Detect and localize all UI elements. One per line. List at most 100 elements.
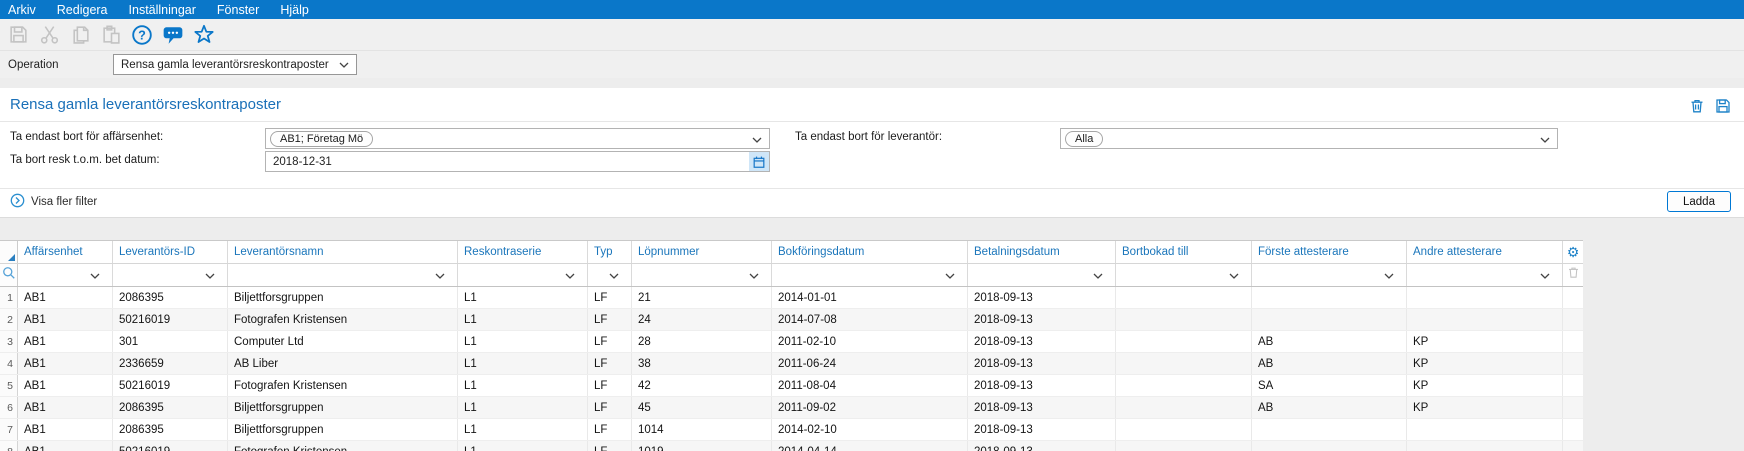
load-button[interactable]: Ladda <box>1667 191 1731 212</box>
table-cell <box>1252 287 1407 308</box>
corner-triangle-icon <box>8 254 15 261</box>
column-header-9[interactable]: Bortbokad till <box>1116 241 1252 263</box>
column-header-8[interactable]: Betalningsdatum <box>968 241 1116 263</box>
table-cell: 2018-09-13 <box>968 309 1116 330</box>
table-cell: AB1 <box>18 375 113 396</box>
filter-combo-3[interactable] <box>228 264 458 286</box>
table-cell: 2014-04-14 <box>772 441 968 451</box>
row-number: 1 <box>0 287 18 308</box>
table-cell: AB1 <box>18 353 113 374</box>
table-cell: AB1 <box>18 309 113 330</box>
feedback-icon[interactable] <box>161 23 185 47</box>
filter-combo-5[interactable] <box>588 264 632 286</box>
chevron-down-icon[interactable] <box>1540 130 1550 148</box>
search-cell[interactable] <box>0 264 18 286</box>
row-number: 5 <box>0 375 18 396</box>
table-cell: 2011-09-02 <box>772 397 968 418</box>
table-cell: 2011-06-24 <box>772 353 968 374</box>
table-row[interactable]: 5 AB1 50216019 Fotografen Kristensen L1 LF 42 2… <box>0 375 1583 397</box>
menu-item-hjalp[interactable]: Hjälp <box>280 3 309 17</box>
filter-combo-6[interactable] <box>632 264 772 286</box>
chevron-down-icon <box>339 59 349 71</box>
table-cell: L1 <box>458 419 588 440</box>
column-header-7[interactable]: Bokföringsdatum <box>772 241 968 263</box>
table-cell: Biljettforsgruppen <box>228 419 458 440</box>
table-cell <box>1252 309 1407 330</box>
column-header-11[interactable]: Andre attesterare <box>1407 241 1563 263</box>
gear-icon[interactable]: ⚙ <box>1567 245 1580 259</box>
calendar-icon[interactable] <box>749 152 769 171</box>
table-cell <box>1116 287 1252 308</box>
show-more-filters-link[interactable]: Visa fler filter <box>10 193 97 211</box>
table-cell: LF <box>588 441 632 451</box>
table-cell <box>1116 419 1252 440</box>
cut-icon[interactable] <box>37 23 61 47</box>
table-cell: L1 <box>458 397 588 418</box>
table-cell: LF <box>588 287 632 308</box>
row-number: 7 <box>0 419 18 440</box>
favorite-icon[interactable] <box>192 23 216 47</box>
table-header-row: Affärsenhet Leverantörs-ID Leverantörsnamn… <box>0 241 1583 264</box>
table-cell: 28 <box>632 331 772 352</box>
filter-combo-7[interactable] <box>772 264 968 286</box>
filter-combo-2[interactable] <box>113 264 228 286</box>
column-header-10[interactable]: Förste attesterare <box>1252 241 1407 263</box>
date-field[interactable]: 2018-12-31 <box>265 151 770 172</box>
table-cell: 2086395 <box>113 287 228 308</box>
menu-bar: Arkiv Redigera Inställningar Fönster Hjä… <box>0 0 1744 19</box>
filter-combo-4[interactable] <box>458 264 588 286</box>
table-cell: L1 <box>458 375 588 396</box>
table-row[interactable]: 4 AB1 2336659 AB Liber L1 LF 38 2011-06-24 2018-… <box>0 353 1583 375</box>
filter-combo-1[interactable] <box>18 264 113 286</box>
save-icon[interactable] <box>1714 97 1732 115</box>
table-cell: KP <box>1407 331 1563 352</box>
paste-icon[interactable] <box>99 23 123 47</box>
leverantor-combobox[interactable]: Alla <box>1060 128 1558 149</box>
menu-item-fonster[interactable]: Fönster <box>217 3 259 17</box>
operation-dropdown-value: Rensa gamla leverantörsreskontraposter <box>121 58 329 71</box>
column-header-4[interactable]: Reskontraserie <box>458 241 588 263</box>
table-cell: 2018-09-13 <box>968 353 1116 374</box>
table-cell <box>1252 441 1407 451</box>
table-cell: 1014 <box>632 419 772 440</box>
select-all-corner[interactable] <box>0 241 18 263</box>
filter-combo-11[interactable] <box>1407 264 1563 286</box>
delete-icon[interactable] <box>1688 97 1706 115</box>
operation-dropdown[interactable]: Rensa gamla leverantörsreskontraposter <box>113 54 357 75</box>
chevron-down-icon[interactable] <box>752 130 762 148</box>
menu-item-redigera[interactable]: Redigera <box>57 3 108 17</box>
table-cell: AB1 <box>18 287 113 308</box>
menu-item-arkiv[interactable]: Arkiv <box>8 3 36 17</box>
column-header-5[interactable]: Typ <box>588 241 632 263</box>
chevron-down-icon <box>609 266 619 284</box>
column-header-3[interactable]: Leverantörsnamn <box>228 241 458 263</box>
copy-icon[interactable] <box>68 23 92 47</box>
table-cell: KP <box>1407 353 1563 374</box>
row-number: 6 <box>0 397 18 418</box>
table-row[interactable]: 3 AB1 301 Computer Ltd L1 LF 28 2011-02-10 2018-… <box>0 331 1583 353</box>
column-header-1[interactable]: Affärsenhet <box>18 241 113 263</box>
save-icon[interactable] <box>6 23 30 47</box>
column-header-2[interactable]: Leverantörs-ID <box>113 241 228 263</box>
table-cell: AB <box>1252 331 1407 352</box>
table-row[interactable]: 1 AB1 2086395 Biljettforsgruppen L1 LF 21 2014-… <box>0 287 1583 309</box>
table-row[interactable]: 7 AB1 2086395 Biljettforsgruppen L1 LF 1014 201… <box>0 419 1583 441</box>
column-header-6[interactable]: Löpnummer <box>632 241 772 263</box>
table-cell <box>1407 287 1563 308</box>
table-cell: 21 <box>632 287 772 308</box>
table-cell <box>1116 441 1252 451</box>
menu-item-installningar[interactable]: Inställningar <box>129 3 196 17</box>
affarsenhet-combobox[interactable]: AB1; Företag Mö <box>265 128 770 149</box>
table-row[interactable]: 6 AB1 2086395 Biljettforsgruppen L1 LF 45 2011-… <box>0 397 1583 419</box>
table-cell: Fotografen Kristensen <box>228 375 458 396</box>
table-row[interactable]: 2 AB1 50216019 Fotografen Kristensen L1 LF 24 2… <box>0 309 1583 331</box>
table-row[interactable]: 8AB150216019Fotografen KristensenL1LF101… <box>0 441 1583 451</box>
table-cell: AB <box>1252 353 1407 374</box>
filter-combo-8[interactable] <box>968 264 1116 286</box>
trash-icon[interactable] <box>1567 266 1580 284</box>
table-filter-row <box>0 264 1583 287</box>
help-icon[interactable]: ? <box>130 23 154 47</box>
filter-combo-9[interactable] <box>1116 264 1252 286</box>
filter-combo-10[interactable] <box>1252 264 1407 286</box>
chevron-down-icon <box>435 266 445 284</box>
